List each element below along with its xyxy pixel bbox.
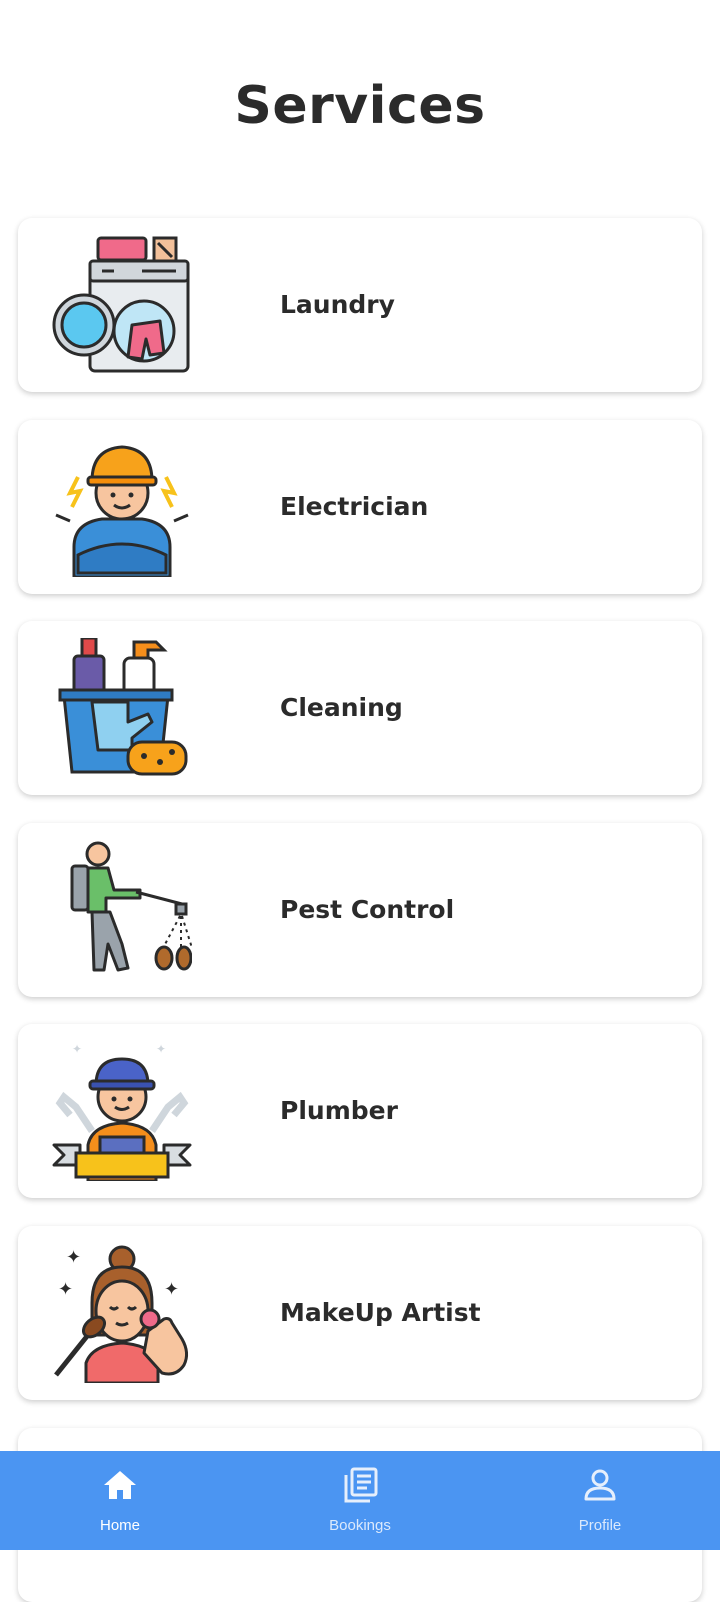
service-card-pest-control[interactable]: Pest Control <box>18 823 702 997</box>
svg-text:✦: ✦ <box>72 1042 82 1056</box>
service-card-makeup-artist[interactable]: ✦ ✦ ✦ MakeUp Artist <box>18 1226 702 1400</box>
pest-sprayer-icon <box>52 840 192 980</box>
service-label-pest-control: Pest Control <box>280 895 455 924</box>
plumber-worker-icon: ✦ ✦ <box>52 1041 192 1181</box>
service-label-plumber: Plumber <box>280 1096 398 1125</box>
nav-profile-label: Profile <box>578 1517 622 1534</box>
cleaning-bucket-icon <box>52 638 192 778</box>
service-card-cleaning[interactable]: Cleaning <box>18 621 702 795</box>
service-card-laundry[interactable]: Laundry <box>18 218 702 392</box>
svg-text:✦: ✦ <box>156 1042 166 1056</box>
service-label-electrician: Electrician <box>280 492 429 521</box>
washing-machine-icon <box>52 235 192 375</box>
profile-icon <box>582 1467 618 1503</box>
bottom-nav: Home Bookings Profile <box>0 1451 720 1550</box>
service-label-cleaning: Cleaning <box>280 693 403 722</box>
service-list: Laundry Electrician Cleaning Pest Contro… <box>0 0 720 1602</box>
service-card-electrician[interactable]: Electrician <box>18 420 702 594</box>
nav-bookings[interactable]: Bookings <box>240 1451 480 1550</box>
service-label-makeup-artist: MakeUp Artist <box>280 1298 481 1327</box>
service-card-plumber[interactable]: ✦ ✦ Plumber <box>18 1024 702 1198</box>
home-icon <box>102 1467 138 1503</box>
bookings-icon <box>342 1467 378 1503</box>
electrician-worker-icon <box>52 437 192 577</box>
svg-text:✦: ✦ <box>58 1279 73 1300</box>
nav-home-label: Home <box>99 1517 140 1534</box>
service-label-laundry: Laundry <box>280 290 395 319</box>
svg-text:✦: ✦ <box>164 1279 179 1300</box>
nav-home[interactable]: Home <box>0 1451 240 1550</box>
makeup-artist-icon: ✦ ✦ ✦ <box>52 1243 192 1383</box>
svg-text:✦: ✦ <box>66 1247 81 1268</box>
nav-bookings-label: Bookings <box>329 1517 391 1534</box>
nav-profile[interactable]: Profile <box>480 1451 720 1550</box>
